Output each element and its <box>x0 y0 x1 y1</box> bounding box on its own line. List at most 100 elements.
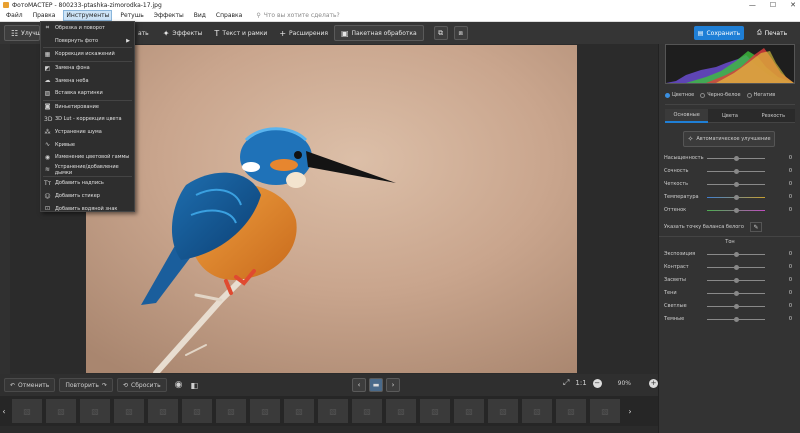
menu-item-color-range[interactable]: ◉ Изменение цветовой гаммы <box>41 151 134 164</box>
slider-contrast[interactable]: Контраст 0 <box>664 263 796 271</box>
eyedropper-button[interactable]: ✎ <box>749 222 762 232</box>
slider-track[interactable] <box>707 277 765 283</box>
slider-highlights[interactable]: Засветы 0 <box>664 276 796 284</box>
redo-button[interactable]: Повторить ↷ <box>59 378 113 392</box>
tab-colors[interactable]: Цвета <box>708 109 752 123</box>
slider-knob[interactable] <box>734 277 739 283</box>
slider-knob[interactable] <box>734 316 739 322</box>
tab-basic[interactable]: Основные <box>665 109 709 123</box>
help-search[interactable]: ⚲ Что вы хотите сделать? <box>256 12 339 19</box>
slider-knob[interactable] <box>734 303 739 309</box>
film-thumb[interactable]: ▧ <box>488 399 518 423</box>
slider-knob[interactable] <box>734 207 739 213</box>
slider-track[interactable] <box>707 264 765 270</box>
slider-track[interactable] <box>707 251 765 257</box>
text-frames-tab[interactable]: T Текст и рамки <box>208 25 273 41</box>
slider-track[interactable] <box>707 168 765 174</box>
enhance-tab[interactable]: ☷ Улучшение <box>4 25 56 41</box>
film-thumb[interactable]: ▧ <box>46 399 76 423</box>
slider-saturation[interactable]: Насыщенность 0 <box>664 154 796 162</box>
auto-enhance-button[interactable]: ✧ Автоматическое улучшение <box>683 131 775 147</box>
save-button[interactable]: ▤ Сохранить <box>694 26 744 40</box>
extensions-tab[interactable]: + Расширения <box>273 25 334 41</box>
film-thumb[interactable]: ▧ <box>352 399 382 423</box>
effects-tab[interactable]: ✦ Эффекты <box>157 25 209 41</box>
menu-edit[interactable]: Правка <box>31 11 58 20</box>
menu-item-curves[interactable]: ∿ Кривые <box>41 138 134 151</box>
eye-icon[interactable]: ◉ <box>175 380 183 390</box>
film-thumb[interactable]: ▧ <box>590 399 620 423</box>
folder-button[interactable]: ▬ <box>369 378 383 392</box>
film-next-icon[interactable]: › <box>626 399 634 423</box>
film-thumb[interactable]: ▧ <box>556 399 586 423</box>
film-thumb[interactable]: ▧ <box>148 399 178 423</box>
batch-tab[interactable]: ▣ Пакетная обработка <box>333 25 424 41</box>
menu-help[interactable]: Справка <box>214 11 244 20</box>
film-thumb[interactable]: ▧ <box>522 399 552 423</box>
slider-tint[interactable]: Оттенок 0 <box>664 206 796 214</box>
slider-vibrance[interactable]: Сочность 0 <box>664 167 796 175</box>
maximize-button[interactable]: ☐ <box>770 1 776 9</box>
film-prev-icon[interactable]: ‹ <box>0 399 8 423</box>
film-thumb[interactable]: ▧ <box>386 399 416 423</box>
film-thumb[interactable]: ▧ <box>284 399 314 423</box>
split-view-button[interactable]: ⧈ <box>453 26 468 40</box>
undo-button[interactable]: ↶ Отменить <box>4 378 56 392</box>
menu-item-distortion[interactable]: ▦ Коррекция искажений <box>41 48 134 61</box>
menu-item-denoise[interactable]: ⁂ Устранение шума <box>41 126 134 139</box>
radio-negative[interactable]: Негатив <box>746 92 775 98</box>
close-button[interactable]: ✕ <box>790 1 796 9</box>
slider-track[interactable] <box>707 155 765 161</box>
slider-track[interactable] <box>707 290 765 296</box>
film-thumb[interactable]: ▧ <box>250 399 280 423</box>
menu-retouch[interactable]: Ретушь <box>118 11 145 20</box>
reset-button[interactable]: ⟲ Сбросить <box>116 378 167 392</box>
menu-item-crop[interactable]: ⌗ Обрезка и поворот <box>41 22 134 35</box>
menu-item-lut[interactable]: 3D 3D Lut - коррекция цвета <box>41 113 134 126</box>
menu-item-add-text[interactable]: Tт Добавить надпись <box>41 177 134 190</box>
slider-track[interactable] <box>707 181 765 187</box>
next-image-button[interactable]: › <box>386 378 400 392</box>
menu-effects[interactable]: Эффекты <box>152 11 186 20</box>
slider-track[interactable] <box>707 316 765 322</box>
slider-clarity[interactable]: Четкость 0 <box>664 180 796 188</box>
menu-item-insert-image[interactable]: ▨ Вставка картинки <box>41 87 134 100</box>
radio-bw[interactable]: Черно-белое <box>700 92 741 98</box>
film-thumb[interactable]: ▧ <box>420 399 450 423</box>
before-after-icon[interactable]: ◧ <box>190 381 198 390</box>
film-thumb[interactable]: ▧ <box>12 399 42 423</box>
menu-item-rotate[interactable]: Повернуть фото ▶ <box>41 35 134 48</box>
film-thumb[interactable]: ▧ <box>318 399 348 423</box>
menu-item-bg-replace[interactable]: ◩ Замена фона <box>41 62 134 75</box>
minimize-button[interactable]: — <box>749 1 756 9</box>
partial-tab[interactable]: ать <box>132 25 155 41</box>
print-button[interactable]: ⎙ Печать <box>750 26 794 40</box>
radio-color[interactable]: Цветное <box>665 92 694 98</box>
film-thumb[interactable]: ▧ <box>80 399 110 423</box>
slider-track[interactable] <box>707 207 765 213</box>
zoom-out-icon[interactable]: − <box>592 378 602 388</box>
slider-lights[interactable]: Светлые 0 <box>664 302 796 310</box>
slider-knob[interactable] <box>734 168 739 174</box>
menu-view[interactable]: Вид <box>192 11 208 20</box>
compare-button[interactable]: ⧉ <box>433 26 448 40</box>
zoom-in-icon[interactable]: + <box>649 378 659 388</box>
menu-item-add-sticker[interactable]: ☺ Добавить стикер <box>41 190 134 203</box>
film-thumb[interactable]: ▧ <box>182 399 212 423</box>
slider-knob[interactable] <box>734 290 739 296</box>
slider-darks[interactable]: Темные 0 <box>664 315 796 323</box>
slider-track[interactable] <box>707 194 765 200</box>
film-thumb[interactable]: ▧ <box>454 399 484 423</box>
slider-knob[interactable] <box>734 264 739 270</box>
slider-knob[interactable] <box>734 194 739 200</box>
menu-item-sky-replace[interactable]: ☁ Замена неба <box>41 74 134 87</box>
menu-tools[interactable]: Инструменты <box>63 10 113 21</box>
film-thumb[interactable]: ▧ <box>216 399 246 423</box>
slider-track[interactable] <box>707 303 765 309</box>
slider-knob[interactable] <box>734 155 739 161</box>
slider-knob[interactable] <box>734 181 739 187</box>
photo-canvas[interactable] <box>86 45 577 373</box>
slider-exposure[interactable]: Экспозиция 0 <box>664 250 796 258</box>
menu-item-vignette[interactable]: ◙ Виньетирование <box>41 101 134 114</box>
slider-shadows[interactable]: Тени 0 <box>664 289 796 297</box>
